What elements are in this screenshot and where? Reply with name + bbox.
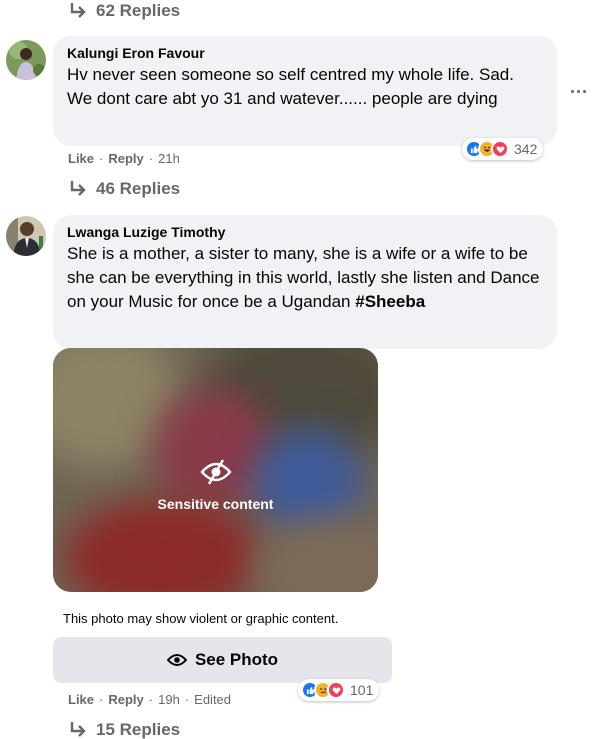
- reply-link[interactable]: Reply: [108, 151, 143, 166]
- love-icon: [491, 140, 509, 158]
- like-link[interactable]: Like: [68, 151, 94, 166]
- comment-author[interactable]: Lwanga Luzige Timothy: [67, 223, 543, 241]
- reaction-count: 342: [514, 141, 538, 157]
- see-photo-label: See Photo: [194, 650, 279, 669]
- reply-arrow-icon: [70, 722, 86, 737]
- comment-bubble: Lwanga Luzige Timothy She is a mother, a…: [53, 215, 557, 349]
- reaction-count: 101: [350, 682, 374, 698]
- hashtag-link[interactable]: #Sheeba: [355, 292, 425, 311]
- replies-label: 62 Replies: [96, 1, 181, 20]
- like-link[interactable]: Like: [68, 692, 94, 707]
- reply-link[interactable]: Reply: [108, 692, 143, 707]
- view-replies-link[interactable]: 46 Replies: [68, 179, 180, 199]
- content-warning-text: This photo may show violent or graphic c…: [63, 611, 339, 626]
- comment-actions: Like · Reply · 21h: [68, 151, 180, 166]
- replies-label: 15 Replies: [96, 720, 181, 739]
- avatar[interactable]: [6, 216, 46, 256]
- comment-body: She is a mother, a sister to many, she i…: [67, 244, 540, 311]
- avatar-image: [6, 216, 46, 256]
- eye-slash-icon: [199, 459, 232, 485]
- comment-bubble: Kalungi Eron Favour Hv never seen someon…: [53, 36, 557, 146]
- comment-actions: Like · Reply · 19h · Edited: [68, 692, 232, 707]
- reply-arrow-icon: [70, 3, 86, 18]
- sensitive-content-title: Sensitive content: [157, 496, 274, 512]
- avatar[interactable]: [6, 40, 46, 80]
- comment-text: She is a mother, a sister to many, she i…: [67, 242, 543, 314]
- eye-icon: [166, 654, 187, 666]
- replies-label: 46 Replies: [96, 179, 181, 198]
- sensitive-photo[interactable]: Sensitive content: [53, 348, 378, 592]
- comment-text: Hv never seen someone so self centred my…: [67, 65, 514, 108]
- more-options-icon[interactable]: [571, 84, 591, 98]
- view-replies-link[interactable]: 15 Replies: [68, 720, 180, 739]
- avatar-image: [6, 40, 46, 80]
- reactions-summary[interactable]: 101: [298, 679, 380, 701]
- view-replies-link[interactable]: 62 Replies: [68, 1, 180, 21]
- timestamp[interactable]: 19h: [158, 692, 180, 707]
- timestamp[interactable]: 21h: [158, 151, 180, 166]
- edited-label[interactable]: Edited: [194, 692, 231, 707]
- reply-arrow-icon: [70, 181, 86, 196]
- reactions-summary[interactable]: 342: [462, 138, 544, 160]
- see-photo-button[interactable]: See Photo: [53, 637, 392, 683]
- love-icon: [327, 681, 345, 699]
- comment-author[interactable]: Kalungi Eron Favour: [67, 44, 543, 62]
